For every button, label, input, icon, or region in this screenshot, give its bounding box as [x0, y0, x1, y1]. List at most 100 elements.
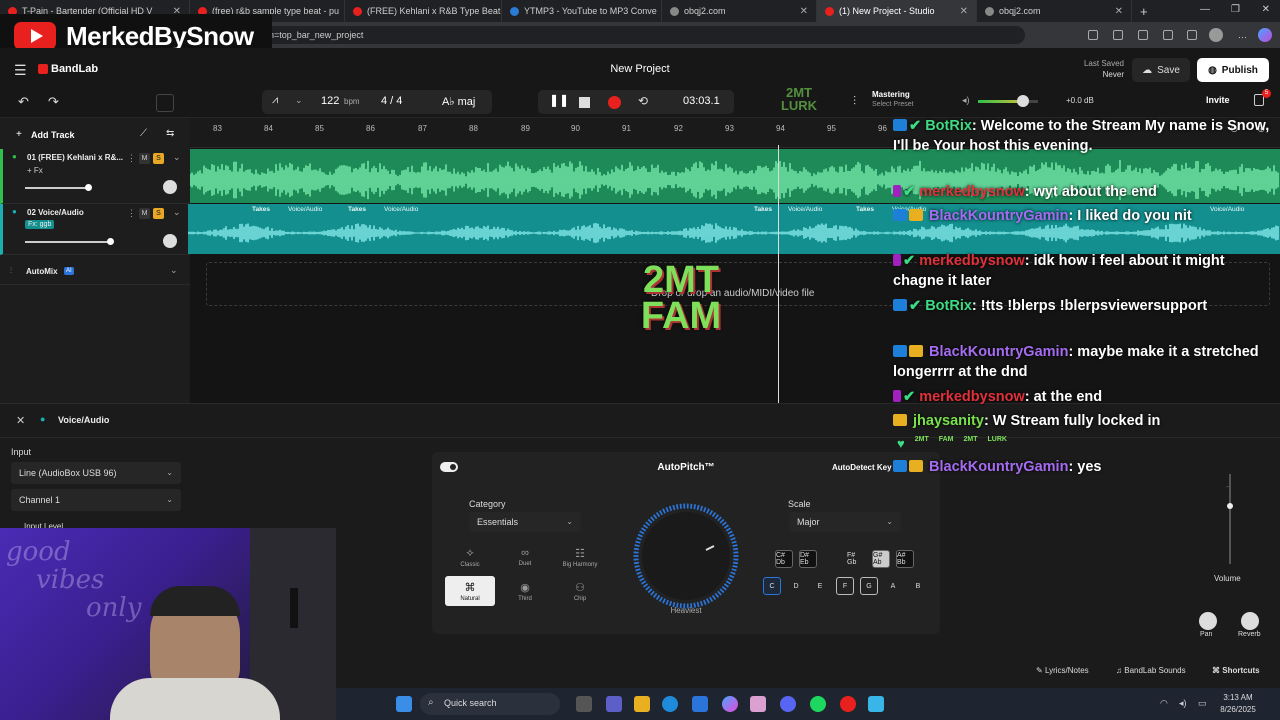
discord-icon[interactable] [780, 696, 796, 712]
mode-duet[interactable]: ∞ Duet [500, 542, 550, 572]
track-name[interactable]: 01 (FREE) Kehlani x R&... [27, 153, 123, 162]
bandlab-sounds-link[interactable]: ♫ BandLab Sounds [1116, 666, 1186, 675]
key-d[interactable]: D [787, 577, 805, 595]
automix-label[interactable]: AutoMix [26, 267, 58, 276]
key-selector[interactable]: A♭ maj [442, 95, 475, 108]
store-icon[interactable] [692, 696, 708, 712]
lyrics-notes-link[interactable]: ✎ Lyrics/Notes [1036, 666, 1089, 675]
minimize-icon[interactable]: — [1200, 4, 1210, 15]
clock-time[interactable]: 3:13 AM [1216, 693, 1260, 702]
solo-button[interactable]: S [153, 208, 164, 219]
close-window-icon[interactable]: ✕ [1262, 4, 1270, 15]
track-row[interactable]: ● 01 (FREE) Kehlani x R&... + Fx ⋮ M S ⌄ [0, 149, 190, 204]
pan-knob[interactable] [1199, 612, 1217, 630]
profile-avatar[interactable] [1209, 28, 1223, 42]
volume-fader-handle[interactable] [1227, 503, 1233, 509]
category-select[interactable]: Essentials ⌄ [469, 512, 581, 532]
browser-tab[interactable]: (FREE) Kehlani x R&B Type Beat -✕ [345, 0, 502, 22]
redo-icon[interactable]: ↷ [48, 94, 59, 110]
record-icon[interactable] [608, 96, 621, 109]
close-tab-icon[interactable]: ✕ [960, 6, 968, 17]
pan-knob[interactable] [163, 234, 177, 248]
solo-button[interactable]: S [153, 153, 164, 164]
input-device-select[interactable]: Line (AudioBox USB 96) ⌄ [11, 462, 181, 484]
edit-tool-icon[interactable]: ⟋ [140, 128, 147, 139]
clock-date[interactable]: 8/26/2025 [1212, 705, 1264, 714]
edge-icon[interactable] [662, 696, 678, 712]
close-tab-icon[interactable]: ✕ [1115, 6, 1123, 17]
key-b[interactable]: B [909, 577, 927, 595]
key-c[interactable]: C [763, 577, 781, 595]
takes-label[interactable]: Takes [348, 206, 366, 213]
mastering-icon[interactable]: ⫶ [853, 94, 856, 109]
mute-button[interactable]: M [139, 153, 150, 164]
fx-button[interactable]: + Fx [27, 166, 43, 175]
key-a-sharp[interactable]: A# Bb [896, 550, 914, 568]
playhead[interactable] [778, 145, 779, 403]
chevron-down-icon[interactable]: ⌄ [173, 207, 181, 218]
volume-icon[interactable]: ◂) [1179, 698, 1187, 709]
more-vertical-icon[interactable]: ⋮ [127, 153, 136, 164]
pan-knob[interactable] [163, 180, 177, 194]
key-f-sharp[interactable]: F# Gb [847, 550, 865, 568]
takes-label[interactable]: Takes [856, 206, 874, 213]
stop-icon[interactable] [579, 97, 590, 108]
takes-label[interactable]: Takes [754, 206, 772, 213]
master-volume-knob[interactable] [1017, 95, 1029, 107]
browser-tab[interactable]: obqj2.com ✕ [662, 0, 817, 22]
invite-button[interactable]: Invite [1206, 95, 1230, 105]
mode-third[interactable]: ◉ Third [500, 576, 550, 606]
browser-tab[interactable]: obqj2.com ✕ [977, 0, 1132, 22]
publish-button[interactable]: ◍ Publish [1197, 58, 1269, 82]
copilot-icon[interactable] [1258, 28, 1272, 42]
teams-icon[interactable] [606, 696, 622, 712]
track-row[interactable]: ● 02 Voice/Audio Fx: ggb ⋮ M S ⌄ [0, 204, 190, 255]
track-name[interactable]: 02 Voice/Audio [27, 208, 84, 217]
speaker-icon[interactable]: ◂) [962, 95, 970, 106]
takes-label[interactable]: Takes [252, 206, 270, 213]
bpm-value[interactable]: 122 [321, 95, 339, 107]
automix-row[interactable]: ⫶ AutoMix AI ⌄ [0, 255, 190, 285]
close-panel-icon[interactable]: ✕ [16, 414, 25, 427]
more-vertical-icon[interactable]: ⋮ [127, 208, 136, 219]
extension-icon[interactable] [1113, 30, 1123, 40]
save-button[interactable]: ☁ Save [1132, 58, 1190, 82]
mastering-label[interactable]: Mastering [872, 90, 910, 99]
chrome-icon[interactable] [840, 696, 856, 712]
browser-tab[interactable]: YTMP3 - YouTube to MP3 Conve✕ [502, 0, 662, 22]
add-track-button[interactable]: Add Track [31, 130, 75, 140]
new-tab-icon[interactable]: + [1140, 4, 1148, 19]
mode-natural[interactable]: ⌘ Natural [445, 576, 495, 606]
spotify-icon[interactable] [810, 696, 826, 712]
mastering-preset[interactable]: Select Preset [872, 101, 914, 108]
key-a[interactable]: A [884, 577, 902, 595]
autodetect-key-button[interactable]: AutoDetect Key [832, 463, 892, 472]
extension-icon[interactable] [1138, 30, 1148, 40]
app-icon[interactable] [750, 696, 766, 712]
track-volume-handle[interactable] [85, 184, 92, 191]
shortcuts-link[interactable]: ⌘ Shortcuts [1212, 666, 1260, 675]
track-volume-slider[interactable] [25, 241, 111, 243]
file-explorer-icon[interactable] [634, 696, 650, 712]
downloads-icon[interactable] [1187, 30, 1197, 40]
key-g[interactable]: G [860, 577, 878, 595]
notepad-icon[interactable] [868, 696, 884, 712]
url-field[interactable]: n=top_bar_new_project [255, 26, 1025, 44]
tuner-icon[interactable]: ⩘ [272, 94, 278, 107]
reverb-knob[interactable] [1241, 612, 1259, 630]
plus-icon[interactable]: + [16, 129, 22, 140]
wifi-icon[interactable]: ◠ [1160, 698, 1168, 709]
key-c-sharp[interactable]: C# Db [775, 550, 793, 568]
mode-classic[interactable]: ⟡ Classic [445, 542, 495, 572]
loop-icon[interactable]: ⟲ [638, 94, 648, 108]
close-tab-icon[interactable]: ✕ [800, 6, 808, 17]
undo-icon[interactable]: ↶ [18, 94, 29, 110]
battery-icon[interactable]: ▭ [1198, 698, 1207, 709]
track-options-icon[interactable]: ⇆ [166, 128, 174, 139]
amount-knob[interactable] [630, 500, 742, 612]
maximize-icon[interactable]: ❐ [1231, 4, 1240, 15]
mute-button[interactable]: M [139, 208, 150, 219]
master-volume-slider[interactable] [978, 100, 1038, 103]
mode-big-harmony[interactable]: ☷ Big Harmony [555, 542, 605, 572]
key-e[interactable]: E [811, 577, 829, 595]
